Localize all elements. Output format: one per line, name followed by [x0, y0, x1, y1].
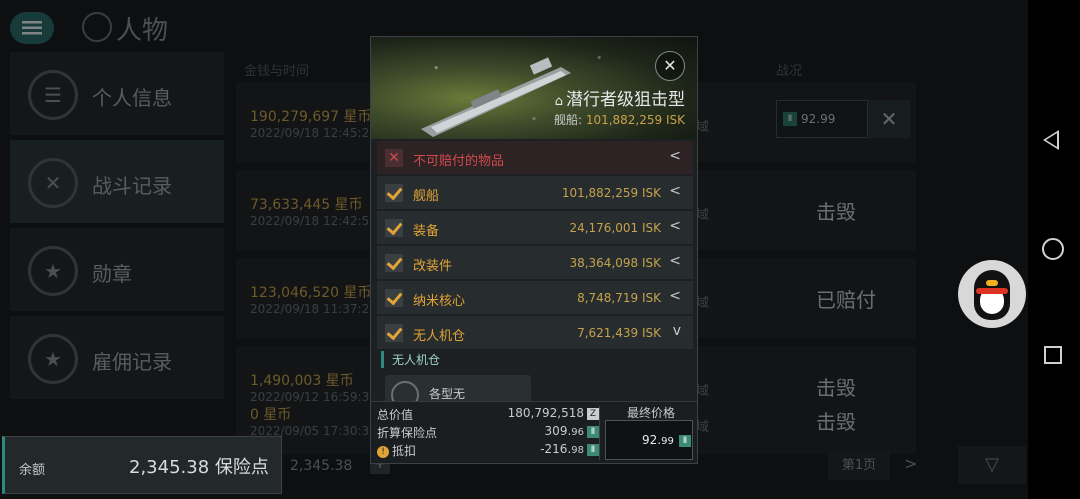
final-price-value: 92.: [642, 433, 662, 447]
insurance-points-icon: Ⅱ: [587, 443, 599, 456]
ship-value: 舰船: 101,882,259 ISK: [553, 113, 685, 127]
loss-items-list: ✕ 不可赔付的物品 < 舰船 101,882,259 ISK < 装备 24,1…: [377, 141, 693, 351]
item-row-ship[interactable]: 舰船 101,882,259 ISK <: [377, 176, 693, 209]
checkbox-checked[interactable]: [385, 184, 403, 202]
checkbox-checked[interactable]: [385, 254, 403, 272]
item-value: 8,748,719 ISK: [577, 291, 661, 305]
app-window: 人物 ☰ 个人信息 ✕ 战斗记录 ★ 勋章 ★ 雇佣记录 金钱与时间 战况 19…: [0, 0, 1028, 499]
item-row-drone-bay[interactable]: 无人机仓 7,621,439 ISK v: [377, 316, 693, 349]
deduction-value: -216.: [540, 442, 572, 456]
item-row-rigs[interactable]: 改装件 38,364,098 ISK <: [377, 246, 693, 279]
home-icon[interactable]: [1042, 238, 1064, 260]
divider: [599, 406, 600, 460]
item-row-nanocore[interactable]: 纳米核心 8,748,719 ISK <: [377, 281, 693, 314]
close-dialog-button[interactable]: ✕: [655, 51, 685, 81]
warning-icon: !: [377, 445, 389, 458]
chevron-down-icon[interactable]: v: [673, 323, 681, 339]
final-price-decimal: 99: [661, 436, 674, 447]
item-name: 纳米核心: [413, 294, 466, 309]
drone-label: 各型无: [429, 387, 466, 401]
price-summary: 总价值 180,792,518 Z 折算保险点 309.96 Ⅱ ! 抵扣 -216.…: [371, 401, 697, 463]
balance-value: 2,345.38 保险点: [129, 457, 269, 478]
item-value: 38,364,098 ISK: [569, 256, 661, 270]
total-value: 180,792,518: [507, 406, 584, 420]
insurance-points-row: 折算保险点 309.96 Ⅱ: [377, 424, 599, 441]
back-icon[interactable]: [1043, 130, 1059, 150]
recent-apps-icon[interactable]: [1044, 346, 1062, 364]
chevron-left-icon[interactable]: <: [669, 288, 681, 304]
deduction-row: ! 抵扣 -216.98 Ⅱ: [377, 442, 599, 459]
ship-class-icon: ⌂: [554, 94, 563, 109]
item-value: 7,621,439 ISK: [577, 326, 661, 340]
ship-loss-detail-dialog: ✕ ⌂ 潜行者级狙击型 舰船: 101,882,259 ISK ✕ 不可赔付的物品…: [370, 36, 698, 464]
item-value: 24,176,001 ISK: [569, 221, 661, 235]
insurance-points-icon: Ⅱ: [587, 425, 599, 438]
unchecked-x-icon[interactable]: ✕: [385, 149, 403, 167]
chevron-left-icon[interactable]: <: [669, 183, 681, 199]
total-value-row: 总价值 180,792,518 Z: [377, 406, 599, 423]
deduction-decimal: 98: [571, 445, 584, 456]
item-name: 舰船: [413, 189, 440, 204]
isk-icon: Z: [587, 407, 599, 420]
ship-banner: ✕ ⌂ 潜行者级狙击型 舰船: 101,882,259 ISK: [371, 37, 697, 139]
ship-name: ⌂ 潜行者级狙击型: [554, 90, 685, 110]
chevron-left-icon[interactable]: <: [669, 148, 681, 164]
insurance-points-icon: Ⅱ: [679, 435, 691, 447]
insurance-points-value: 309.: [544, 424, 572, 438]
final-price-label: 最终价格: [626, 406, 675, 420]
item-name: 无人机仓: [413, 329, 466, 344]
item-value: 101,882,259 ISK: [561, 186, 661, 200]
qq-float-icon[interactable]: [958, 260, 1026, 328]
checkbox-checked[interactable]: [385, 324, 403, 342]
item-row-non-compensable[interactable]: ✕ 不可赔付的物品 <: [377, 141, 693, 174]
balance-label: 余额: [19, 463, 46, 478]
total-value-label: 总价值: [377, 408, 414, 422]
final-price-box: 92.99 Ⅱ: [605, 420, 693, 460]
item-name: 改装件: [413, 259, 453, 274]
chevron-left-icon[interactable]: <: [669, 218, 681, 234]
drone-bay-subheader: 无人机仓: [381, 351, 440, 368]
item-name: 装备: [413, 224, 440, 239]
deduction-label: 抵扣: [392, 444, 417, 458]
item-row-equipment[interactable]: 装备 24,176,001 ISK <: [377, 211, 693, 244]
close-icon: ✕: [663, 56, 677, 75]
checkbox-checked[interactable]: [385, 219, 403, 237]
insurance-points-decimal: 96: [571, 427, 584, 438]
checkbox-checked[interactable]: [385, 289, 403, 307]
item-name: 不可赔付的物品: [413, 154, 505, 169]
balance-panel: 余额 2,345.38 保险点: [2, 436, 282, 494]
chevron-left-icon[interactable]: <: [669, 253, 681, 269]
insurance-points-label: 折算保险点: [377, 426, 438, 440]
